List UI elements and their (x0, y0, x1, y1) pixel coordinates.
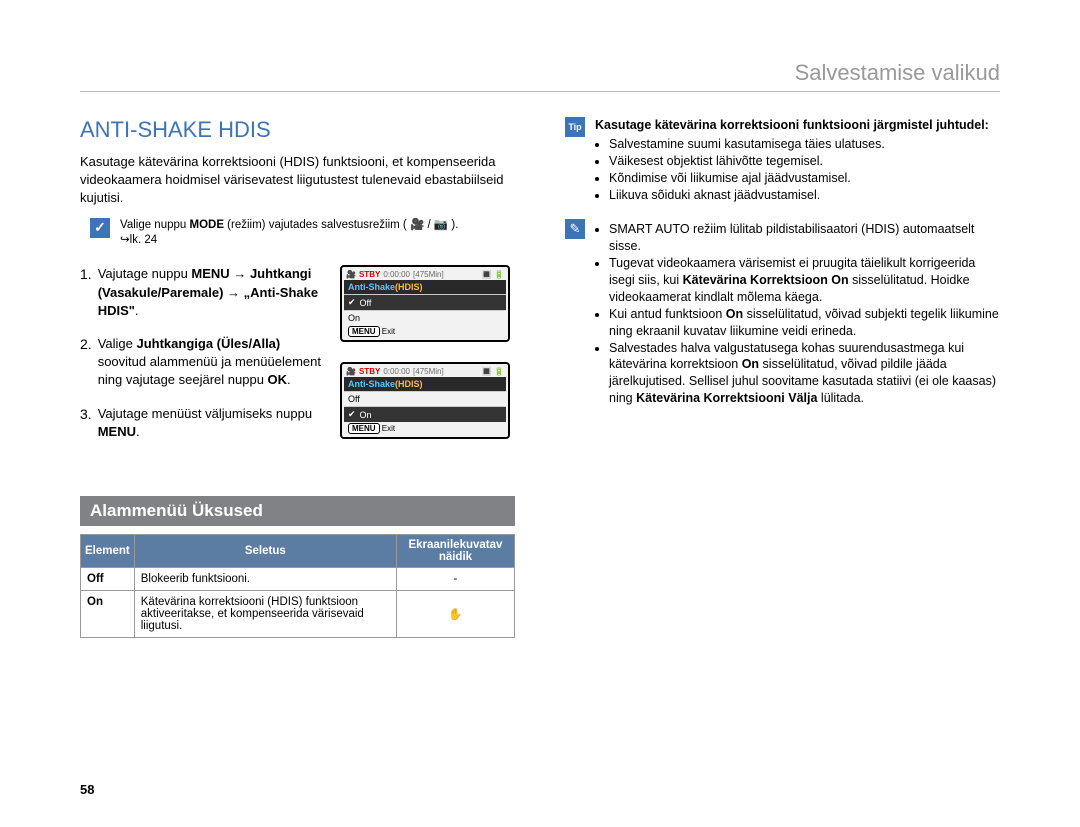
tip-bullet: Kõndimise või liikumise ajal jäädvustami… (609, 170, 1000, 187)
hand-icon: ✋ (396, 590, 514, 637)
submenu-title: Alammenüü Üksused (80, 496, 515, 526)
step-1: 1. Vajutage nuppu MENU → Juhtkangi (Vasa… (80, 265, 325, 320)
tip-heading: Kasutage kätevärina korrektsiooni funkts… (595, 118, 989, 132)
note-text: Valige nuppu (120, 219, 189, 231)
table-row: Off Blokeerib funktsiooni. - (81, 567, 515, 590)
tip-icon: Tip (565, 117, 585, 137)
step-number: 2. (80, 335, 92, 390)
mode-note: ✓ Valige nuppu MODE (režiim) vajutades s… (90, 218, 515, 248)
step-2: 2. Valige Juhtkangiga (Üles/Alla) soovit… (80, 335, 325, 390)
step-number: 3. (80, 405, 92, 441)
submenu-table: Element Seletus Ekraanilekuvatav näidik … (80, 534, 515, 638)
note-text-post: (režiim) vajutades salvestusrežiim ( 🎥 /… (224, 219, 458, 231)
lcd-panel-on-selected: 🎥 STBY 0:00:00 [475Min] 🔳 🔋 Anti-Shake(H… (340, 362, 510, 439)
note-bullet: Kui antud funktsioon On sisselülitatud, … (609, 306, 1000, 340)
page-number: 58 (80, 782, 94, 797)
tip-bullet: Väikesest objektist lähivõtte tegemisel. (609, 153, 1000, 170)
col-naidik: Ekraanilekuvatav näidik (396, 534, 514, 567)
section-title: ANTI-SHAKE HDIS (80, 117, 515, 143)
page-header: Salvestamise valikud (80, 60, 1000, 92)
note-mode: MODE (189, 219, 224, 231)
table-row: On Kätevärina korrektsiooni (HDIS) funkt… (81, 590, 515, 637)
intro-text: Kasutage kätevärina korrektsiooni (HDIS)… (80, 153, 515, 208)
lcd-panel-off-selected: 🎥 STBY 0:00:00 [475Min] 🔳 🔋 Anti-Shake(H… (340, 265, 510, 342)
col-seletus: Seletus (134, 534, 396, 567)
note-bullet: SMART AUTO režiim lülitab pildistabilisa… (609, 221, 1000, 255)
note-bullet: Salvestades halva valgustatusega kohas s… (609, 340, 1000, 408)
tip-bullet: Salvestamine suumi kasutamisega täies ul… (609, 136, 1000, 153)
pencil-icon: ✎ (565, 219, 585, 239)
note-block: ✎ SMART AUTO režiim lülitab pildistabili… (565, 219, 1000, 407)
col-element: Element (81, 534, 135, 567)
tip-bullet: Liikuva sõiduki aknast jäädvustamisel. (609, 187, 1000, 204)
tip-block: Tip Kasutage kätevärina korrektsiooni fu… (565, 117, 1000, 203)
note-bullet: Tugevat videokaamera värisemist ei pruug… (609, 255, 1000, 306)
note-page-ref: ↪lk. 24 (120, 234, 157, 246)
step-number: 1. (80, 265, 92, 320)
check-icon: ✓ (90, 218, 110, 238)
step-3: 3. Vajutage menüüst väljumiseks nuppu ME… (80, 405, 325, 441)
